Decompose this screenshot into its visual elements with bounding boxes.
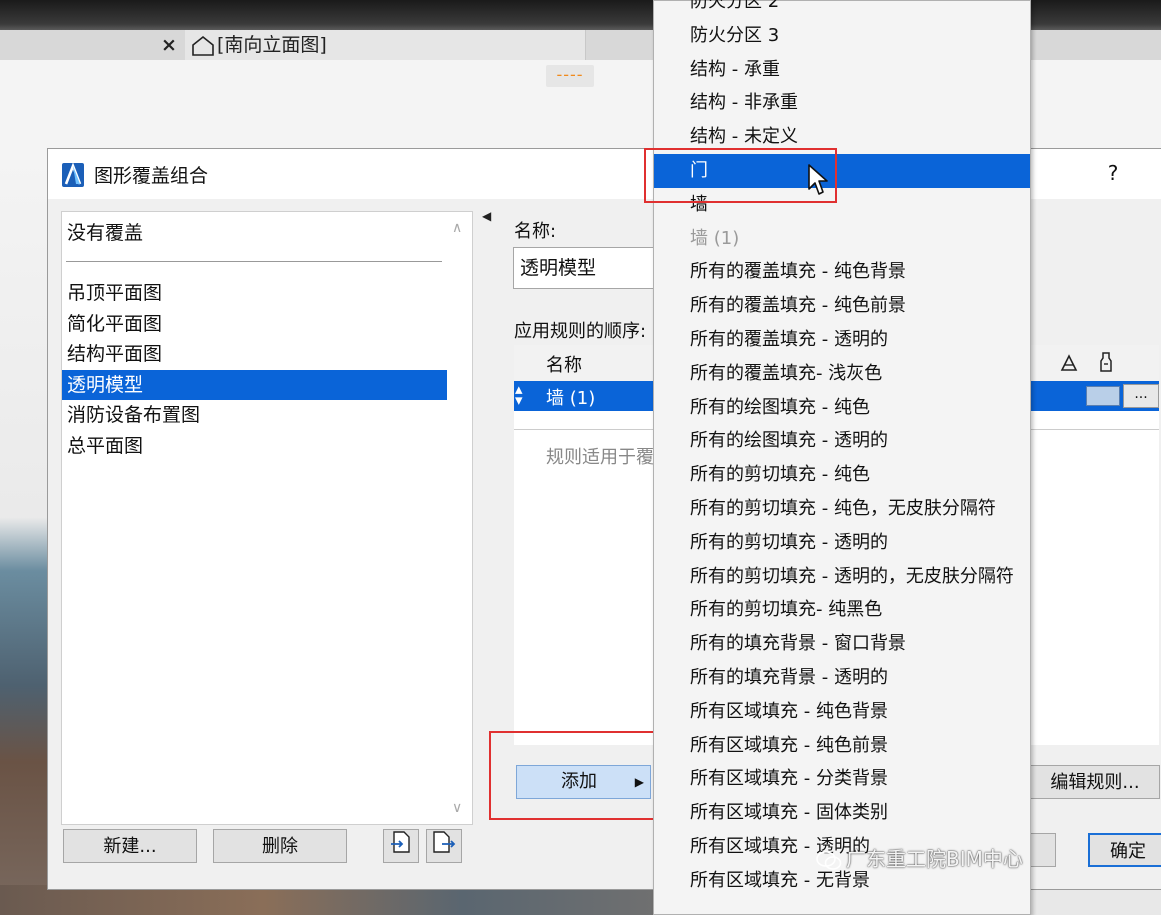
dropdown-item[interactable]: 结构 - 非承重 <box>654 86 1030 120</box>
combinations-items: 吊顶平面图 简化平面图 结构平面图 透明模型 消防设备布置图 总平面图 <box>62 278 447 461</box>
dropdown-item[interactable]: 所有的剪切填充 - 透明的，无皮肤分隔符 <box>654 560 1030 594</box>
combinations-list[interactable]: 没有覆盖 吊顶平面图 简化平面图 结构平面图 透明模型 消防设备布置图 总平面图 ∧ ∨ <box>61 211 473 825</box>
dropdown-item[interactable]: 结构 - 承重 <box>654 53 1030 87</box>
dialog-title: 图形覆盖组合 <box>94 165 209 187</box>
dropdown-item[interactable]: 所有的剪切填充- 纯黑色 <box>654 593 1030 627</box>
dropdown-item[interactable]: 防火分区 3 <box>654 19 1030 53</box>
line-type-indicator: ---- <box>546 65 594 87</box>
rule-order-label: 应用规则的顺序: <box>514 321 647 342</box>
list-divider <box>66 261 442 262</box>
ok-button[interactable]: 确定 <box>1088 833 1161 867</box>
new-button[interactable]: 新建... <box>63 829 197 863</box>
panel-collapse-icon[interactable]: ◀ <box>482 209 491 223</box>
watermark-text: 广东重工院BIM中心 <box>846 847 1023 871</box>
wechat-icon <box>816 850 842 870</box>
column-name: 名称 <box>546 355 582 376</box>
highlight-add-button <box>489 731 664 820</box>
combination-item[interactable]: 吊顶平面图 <box>62 278 447 309</box>
rule-more-button[interactable]: ... <box>1123 384 1159 408</box>
combination-item[interactable]: 结构平面图 <box>62 339 447 370</box>
add-rule-dropdown-menu: 防火分区 2 防火分区 3 结构 - 承重 结构 - 非承重 结构 - 未定义门墙墙 (… <box>653 0 1031 915</box>
dropdown-item[interactable]: 所有的填充背景 - 透明的 <box>654 661 1030 695</box>
archicad-app-icon <box>62 163 84 187</box>
dropdown-item[interactable]: 所有区域填充 - 纯色前景 <box>654 729 1030 763</box>
mouse-cursor-icon <box>808 164 828 195</box>
drag-sort-icon[interactable]: ▴ ▾ <box>515 382 523 408</box>
tab-close-button[interactable]: × <box>158 30 180 60</box>
combination-item[interactable]: 消防设备布置图 <box>62 400 447 431</box>
dropdown-item[interactable]: 所有区域填充 - 固体类别 <box>654 796 1030 830</box>
dropdown-item[interactable]: 所有的覆盖填充 - 纯色前景 <box>654 289 1030 323</box>
name-label: 名称: <box>514 221 557 242</box>
dropdown-item[interactable]: 所有的填充背景 - 窗口背景 <box>654 627 1030 661</box>
export-button[interactable] <box>426 829 462 863</box>
rule-color-swatch[interactable] <box>1086 386 1120 406</box>
dropdown-item[interactable]: 所有的剪切填充 - 透明的 <box>654 526 1030 560</box>
dropdown-item[interactable]: 所有的剪切填充 - 纯色 <box>654 458 1030 492</box>
dropdown-item[interactable]: 防火分区 2 <box>654 0 1030 19</box>
dropdown-items: 防火分区 2 防火分区 3 结构 - 承重 结构 - 非承重 结构 - 未定义门墙墙 (… <box>654 0 1030 898</box>
import-button[interactable] <box>383 829 419 863</box>
import-icon <box>391 831 410 853</box>
rule-name: 墙 (1) <box>546 388 596 409</box>
combination-item[interactable]: 总平面图 <box>62 431 447 462</box>
export-icon <box>433 831 456 853</box>
dropdown-item[interactable]: 所有区域填充 - 分类背景 <box>654 762 1030 796</box>
dropdown-item[interactable]: 所有的覆盖填充 - 纯色背景 <box>654 255 1030 289</box>
dropdown-item[interactable]: 所有的剪切填充 - 纯色，无皮肤分隔符 <box>654 492 1030 526</box>
help-button[interactable]: ? <box>1098 161 1128 185</box>
scroll-down-icon[interactable]: ∨ <box>452 800 462 816</box>
delete-button[interactable]: 删除 <box>213 829 347 863</box>
cancel-button[interactable] <box>1030 833 1056 867</box>
dropdown-item[interactable]: 所有的覆盖填充 - 透明的 <box>654 323 1030 357</box>
dropdown-item[interactable]: 所有区域填充 - 纯色背景 <box>654 695 1030 729</box>
combination-item[interactable]: 透明模型 <box>62 369 447 400</box>
combination-none[interactable]: 没有覆盖 <box>67 218 143 245</box>
dropdown-item: 墙 (1) <box>690 227 740 249</box>
rules-hint-text: 规则适用于覆 <box>546 447 654 468</box>
watermark: 广东重工院BIM中心 <box>816 843 1023 872</box>
combination-item[interactable]: 简化平面图 <box>62 309 447 340</box>
pen-override-icon <box>1100 352 1112 372</box>
tab-title: [南向立面图] <box>217 34 327 56</box>
dropdown-item[interactable]: 所有的绘图填充 - 透明的 <box>654 424 1030 458</box>
dropdown-item[interactable]: 所有的绘图填充 - 纯色 <box>654 391 1030 425</box>
elevation-house-icon <box>192 35 214 56</box>
dropdown-item[interactable]: 所有的覆盖填充- 浅灰色 <box>654 357 1030 391</box>
fill-override-icon <box>1060 354 1078 371</box>
scroll-up-icon[interactable]: ∧ <box>452 220 462 236</box>
edit-rules-button[interactable]: 编辑规则... <box>1030 765 1160 799</box>
model-view-left <box>0 150 48 915</box>
tab-south-elevation[interactable]: [南向立面图] <box>185 30 586 60</box>
